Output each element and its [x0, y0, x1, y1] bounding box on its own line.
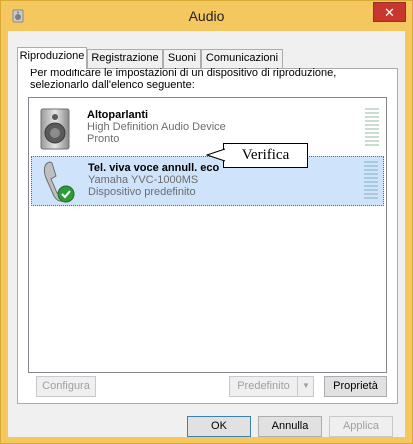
device-name: Altoparlanti — [87, 109, 149, 121]
cancel-button[interactable]: Annulla — [258, 416, 322, 437]
properties-button[interactable]: Proprietà — [324, 376, 387, 397]
speaker-icon — [40, 108, 70, 150]
set-default-label: Predefinito — [237, 380, 290, 392]
audio-dialog: Audio ✕ Riproduzione Registrazione Suoni… — [0, 0, 413, 444]
dialog-body: Riproduzione Registrazione Suoni Comunic… — [8, 31, 405, 437]
tab-suoni[interactable]: Suoni — [163, 49, 201, 68]
device-status: Pronto — [87, 133, 120, 145]
device-status: Dispositivo predefinito — [88, 186, 196, 198]
volume-meter — [364, 161, 378, 203]
close-button[interactable]: ✕ — [373, 2, 406, 22]
device-description: Yamaha YVC-1000MS — [88, 174, 199, 186]
device-list[interactable]: Altoparlanti High Definition Audio Devic… — [28, 97, 387, 373]
device-item-altoparlanti[interactable]: Altoparlanti High Definition Audio Devic… — [31, 104, 384, 154]
callout-pointer — [206, 148, 226, 162]
apply-button[interactable]: Applica — [329, 416, 393, 437]
configure-button[interactable]: Configura — [36, 376, 96, 397]
set-default-button[interactable]: Predefinito ▼ — [229, 376, 314, 397]
tab-registrazione[interactable]: Registrazione — [87, 49, 163, 68]
speakerphone-icon — [43, 161, 75, 203]
device-name: Tel. viva voce annull. eco — [88, 162, 220, 174]
device-item-speakerphone[interactable]: Tel. viva voce annull. eco Yamaha YVC-10… — [31, 156, 384, 206]
ok-button[interactable]: OK — [187, 416, 251, 437]
device-description: High Definition Audio Device — [87, 121, 226, 133]
volume-meter — [365, 108, 379, 150]
title-bar[interactable]: Audio ✕ — [1, 1, 412, 31]
tab-riproduzione[interactable]: Riproduzione — [17, 47, 87, 69]
window-title: Audio — [188, 8, 225, 24]
chevron-down-icon[interactable]: ▼ — [297, 376, 314, 397]
default-check-icon — [57, 185, 75, 203]
instruction-text: Per modificare le impostazioni di un dis… — [30, 67, 337, 91]
tab-comunicazioni[interactable]: Comunicazioni — [201, 49, 283, 68]
callout-label: Verifica — [223, 143, 308, 168]
